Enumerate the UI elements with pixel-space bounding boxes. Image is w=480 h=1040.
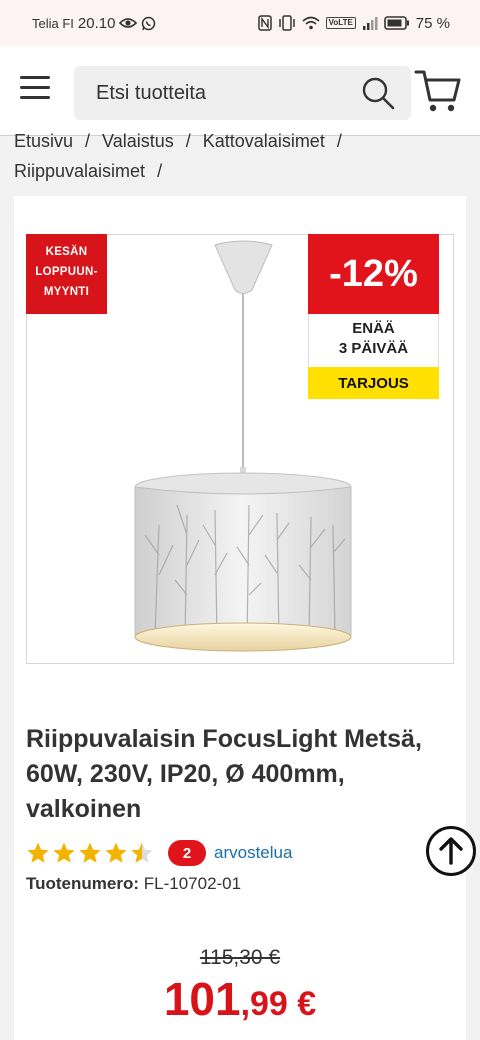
eye-icon [119,17,138,29]
product-number-value: FL-10702-01 [143,874,242,893]
menu-line [20,76,50,79]
summer-sale-badge: KESÄN LOPPUUN- MYYNTI [26,234,107,314]
half-star-icon [131,842,153,863]
old-price: 115,30 € [199,946,281,969]
offer-label: TARJOUS [308,367,439,399]
battery-percent: 75 % [415,14,450,32]
product-card: KESÄN LOPPUUN- MYYNTI -12% ENÄÄ 3 PÄIVÄÄ… [14,196,466,1040]
product-number: Tuotenumero: FL-10702-01 [26,874,241,894]
clock: 20.10 [77,14,116,32]
search-icon[interactable] [361,75,395,111]
reviews-link[interactable]: arvostelua [214,843,292,863]
search-box [74,66,411,120]
breadcrumb-pendant-lights[interactable]: Riippuvalaisimet [14,161,145,181]
site-header [0,46,480,136]
whatsapp-icon [141,16,156,31]
star-icon [105,842,127,863]
star-icon [53,842,75,863]
breadcrumb-home[interactable]: Etusivu [14,131,73,151]
search-input[interactable] [96,81,361,105]
wifi-icon [302,16,320,30]
breadcrumb-separator: / [336,131,342,151]
discount-percent: -12% [308,234,439,314]
breadcrumb-lighting[interactable]: Valaistus [102,131,174,151]
vibrate-icon [278,15,296,31]
discount-badge: -12% ENÄÄ 3 PÄIVÄÄ TARJOUS [308,234,439,399]
breadcrumb-separator: / [157,161,163,181]
menu-line [20,96,50,99]
product-title: Riippuvalaisin FocusLight Metsä, 60W, 23… [26,725,422,823]
battery-icon [383,16,410,30]
scroll-to-top-button[interactable] [426,826,476,876]
price-cents: ,99 € [240,985,317,1023]
volte-indicator: VoLTE [325,17,356,29]
price-main: 101 [163,973,241,1025]
star-icon [79,842,101,863]
breadcrumb: Etusivu / Valaistus / Kattovalaisimet / Riipp… [14,126,464,186]
badge-line: KESÄN [45,246,88,258]
status-bar: Telia FI 20.10 VoLTE 75 % [0,0,480,46]
carrier-name: Telia FI [32,15,74,31]
breadcrumb-separator: / [185,131,191,151]
days-left-line: 3 PÄIVÄÄ [338,340,409,357]
menu-button[interactable] [20,76,54,106]
breadcrumb-ceiling-lights[interactable]: Kattovalaisimet [203,131,325,151]
badge-line: LOPPUUN- [35,266,98,278]
status-left: Telia FI 20.10 [32,15,156,32]
breadcrumb-separator: / [85,131,91,151]
rating-row: 2 arvostelua [26,838,292,868]
menu-line [20,86,50,89]
days-left-label: ENÄÄ 3 PÄIVÄÄ [308,314,439,367]
star-rating[interactable] [26,841,154,865]
product-number-label: Tuotenumero: [26,874,140,893]
cart-icon[interactable] [414,68,462,114]
badge-line: MYYNTI [43,286,90,298]
status-right: VoLTE 75 % [257,14,450,32]
nfc-icon [257,15,272,31]
review-count-badge[interactable]: 2 [168,840,206,866]
days-left-line: ENÄÄ [352,320,395,337]
arrow-up-icon [439,837,463,865]
current-price: 101,99 € [0,972,480,1026]
signal-icon [362,16,378,30]
star-icon [27,842,49,863]
